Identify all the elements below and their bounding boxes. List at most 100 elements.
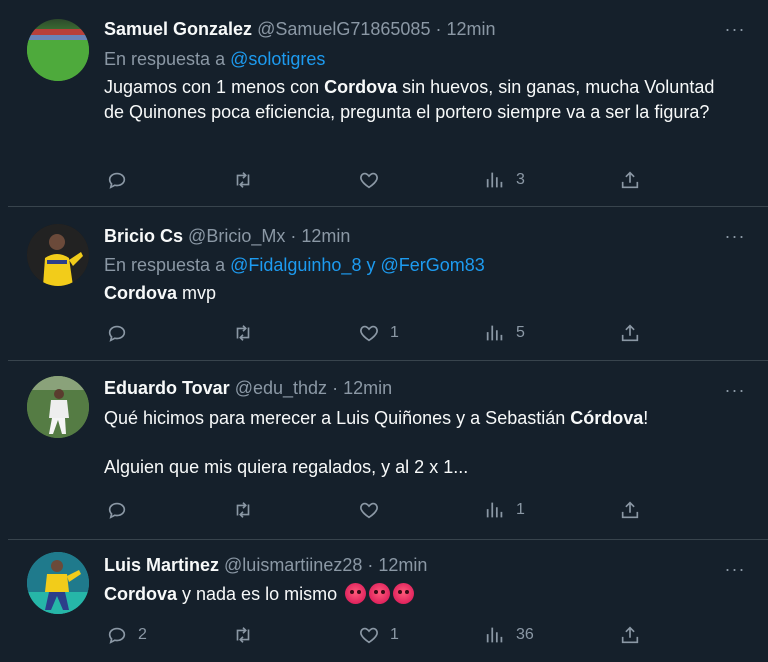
reply-button[interactable] [106, 498, 138, 522]
reply-label: En respuesta a [104, 49, 226, 69]
tweet-text: Cordova mvp [104, 281, 738, 306]
text-segment-bold: Cordova [104, 283, 178, 303]
text-segment: y nada es lo mismo [177, 584, 338, 604]
more-options-icon[interactable]: ··· [722, 20, 748, 42]
share-button[interactable] [619, 623, 641, 647]
tweet-actions: 1 [104, 498, 664, 522]
tweet[interactable]: Eduardo Tovar @edu_thdz · 12min ··· Qué … [8, 361, 768, 540]
reply-count: 2 [138, 626, 147, 643]
avatar[interactable] [27, 552, 89, 614]
reply-button[interactable]: 2 [106, 623, 147, 647]
tweet-timestamp[interactable]: 12min [446, 19, 495, 39]
views-icon [486, 627, 503, 643]
share-icon [621, 626, 639, 644]
author-name[interactable]: Samuel Gonzalez [104, 19, 252, 39]
more-options-icon[interactable]: ··· [722, 227, 748, 249]
tweet-header: Eduardo Tovar @edu_thdz · 12min [104, 376, 392, 400]
views-count: 5 [516, 324, 525, 341]
avatar[interactable] [27, 19, 89, 81]
like-count: 1 [390, 626, 399, 643]
like-count: 1 [390, 324, 399, 341]
text-segment: Qué hicimos para merecer a Luis Quiñones… [104, 408, 571, 428]
share-button[interactable] [619, 168, 641, 192]
tweet-timestamp[interactable]: 12min [378, 555, 427, 575]
share-icon [621, 171, 639, 189]
reply-button[interactable] [106, 321, 138, 345]
like-button[interactable] [358, 168, 390, 192]
mention-link[interactable]: @solotigres [230, 49, 325, 69]
retweet-icon [236, 502, 250, 518]
author-handle[interactable]: @Bricio_Mx [188, 226, 285, 246]
tweet-feed: Samuel Gonzalez @SamuelG71865085 · 12min… [0, 0, 768, 662]
separator-dot: · [435, 19, 442, 39]
retweet-icon [236, 172, 250, 188]
author-handle[interactable]: @edu_thdz [235, 378, 327, 398]
text-segment-bold: Cordova [324, 77, 398, 97]
separator-dot: · [290, 226, 297, 246]
retweet-button[interactable] [232, 623, 264, 647]
views-count: 1 [516, 501, 525, 518]
angry-face-emoji [369, 583, 391, 604]
author-name[interactable]: Luis Martinez [104, 555, 219, 575]
tweet-actions: 3 [104, 168, 664, 192]
reply-icon [108, 325, 126, 342]
views-icon [486, 172, 503, 188]
views-button[interactable]: 5 [484, 321, 525, 345]
like-icon [360, 325, 378, 342]
text-segment: mvp [177, 283, 217, 303]
like-button[interactable] [358, 498, 390, 522]
tweet-timestamp[interactable]: 12min [301, 226, 350, 246]
views-count: 36 [516, 626, 534, 643]
text-segment: Jugamos con 1 menos con [104, 77, 325, 97]
author-handle[interactable]: @luismartiinez28 [224, 555, 362, 575]
like-icon [360, 502, 378, 519]
tweet-timestamp[interactable]: 12min [343, 378, 392, 398]
text-segment-bold: Córdova [570, 408, 644, 428]
views-count: 3 [516, 171, 525, 188]
text-segment: ! [643, 408, 649, 428]
tweet[interactable]: Luis Martinez @luismartiinez28 · 12min ·… [8, 540, 768, 662]
like-button[interactable]: 1 [358, 321, 399, 345]
more-options-icon[interactable]: ··· [722, 560, 748, 582]
author-name[interactable]: Eduardo Tovar [104, 378, 230, 398]
views-button[interactable]: 3 [484, 168, 525, 192]
share-icon [621, 501, 639, 519]
reply-icon [108, 627, 126, 644]
reply-icon [108, 172, 126, 189]
tweet[interactable]: Samuel Gonzalez @SamuelG71865085 · 12min… [8, 0, 768, 207]
retweet-icon [236, 627, 250, 643]
avatar[interactable] [27, 376, 89, 438]
tweet-text: Jugamos con 1 menos con Cordova sin huev… [104, 75, 738, 125]
share-button[interactable] [619, 498, 641, 522]
tweet-header: Bricio Cs @Bricio_Mx · 12min [104, 224, 350, 248]
mention-link[interactable]: @Fidalguinho_8 [230, 255, 361, 275]
views-icon [486, 325, 503, 341]
reply-icon [108, 502, 126, 519]
views-button[interactable]: 1 [484, 498, 525, 522]
reply-button[interactable] [106, 168, 138, 192]
retweet-button[interactable] [232, 498, 264, 522]
mention-link[interactable]: @FerGom83 [381, 255, 485, 275]
author-name[interactable]: Bricio Cs [104, 226, 183, 246]
tweet-text: Cordova y nada es lo mismo [104, 582, 738, 607]
separator-dot: · [332, 378, 339, 398]
share-button[interactable] [619, 321, 641, 345]
separator-dot: · [367, 555, 374, 575]
text-segment-bold: Cordova [104, 584, 178, 604]
tweet-header: Samuel Gonzalez @SamuelG71865085 · 12min [104, 17, 496, 41]
retweet-button[interactable] [232, 168, 264, 192]
tweet[interactable]: Bricio Cs @Bricio_Mx · 12min ··· En resp… [8, 207, 768, 361]
avatar[interactable] [27, 224, 89, 286]
reply-label: En respuesta a [104, 255, 226, 275]
tweet-text-line2: Alguien que mis quiera regalados, y al 2… [104, 457, 469, 477]
retweet-button[interactable] [232, 321, 264, 345]
views-button[interactable]: 36 [484, 623, 534, 647]
share-icon [621, 324, 639, 342]
tweet-actions: 2 1 36 [104, 623, 664, 647]
tweet-header: Luis Martinez @luismartiinez28 · 12min [104, 553, 427, 577]
like-button[interactable]: 1 [358, 623, 399, 647]
reply-context: En respuesta a @solotigres [104, 47, 325, 71]
more-options-icon[interactable]: ··· [722, 381, 748, 403]
author-handle[interactable]: @SamuelG71865085 [257, 19, 430, 39]
angry-face-emoji [393, 583, 415, 604]
